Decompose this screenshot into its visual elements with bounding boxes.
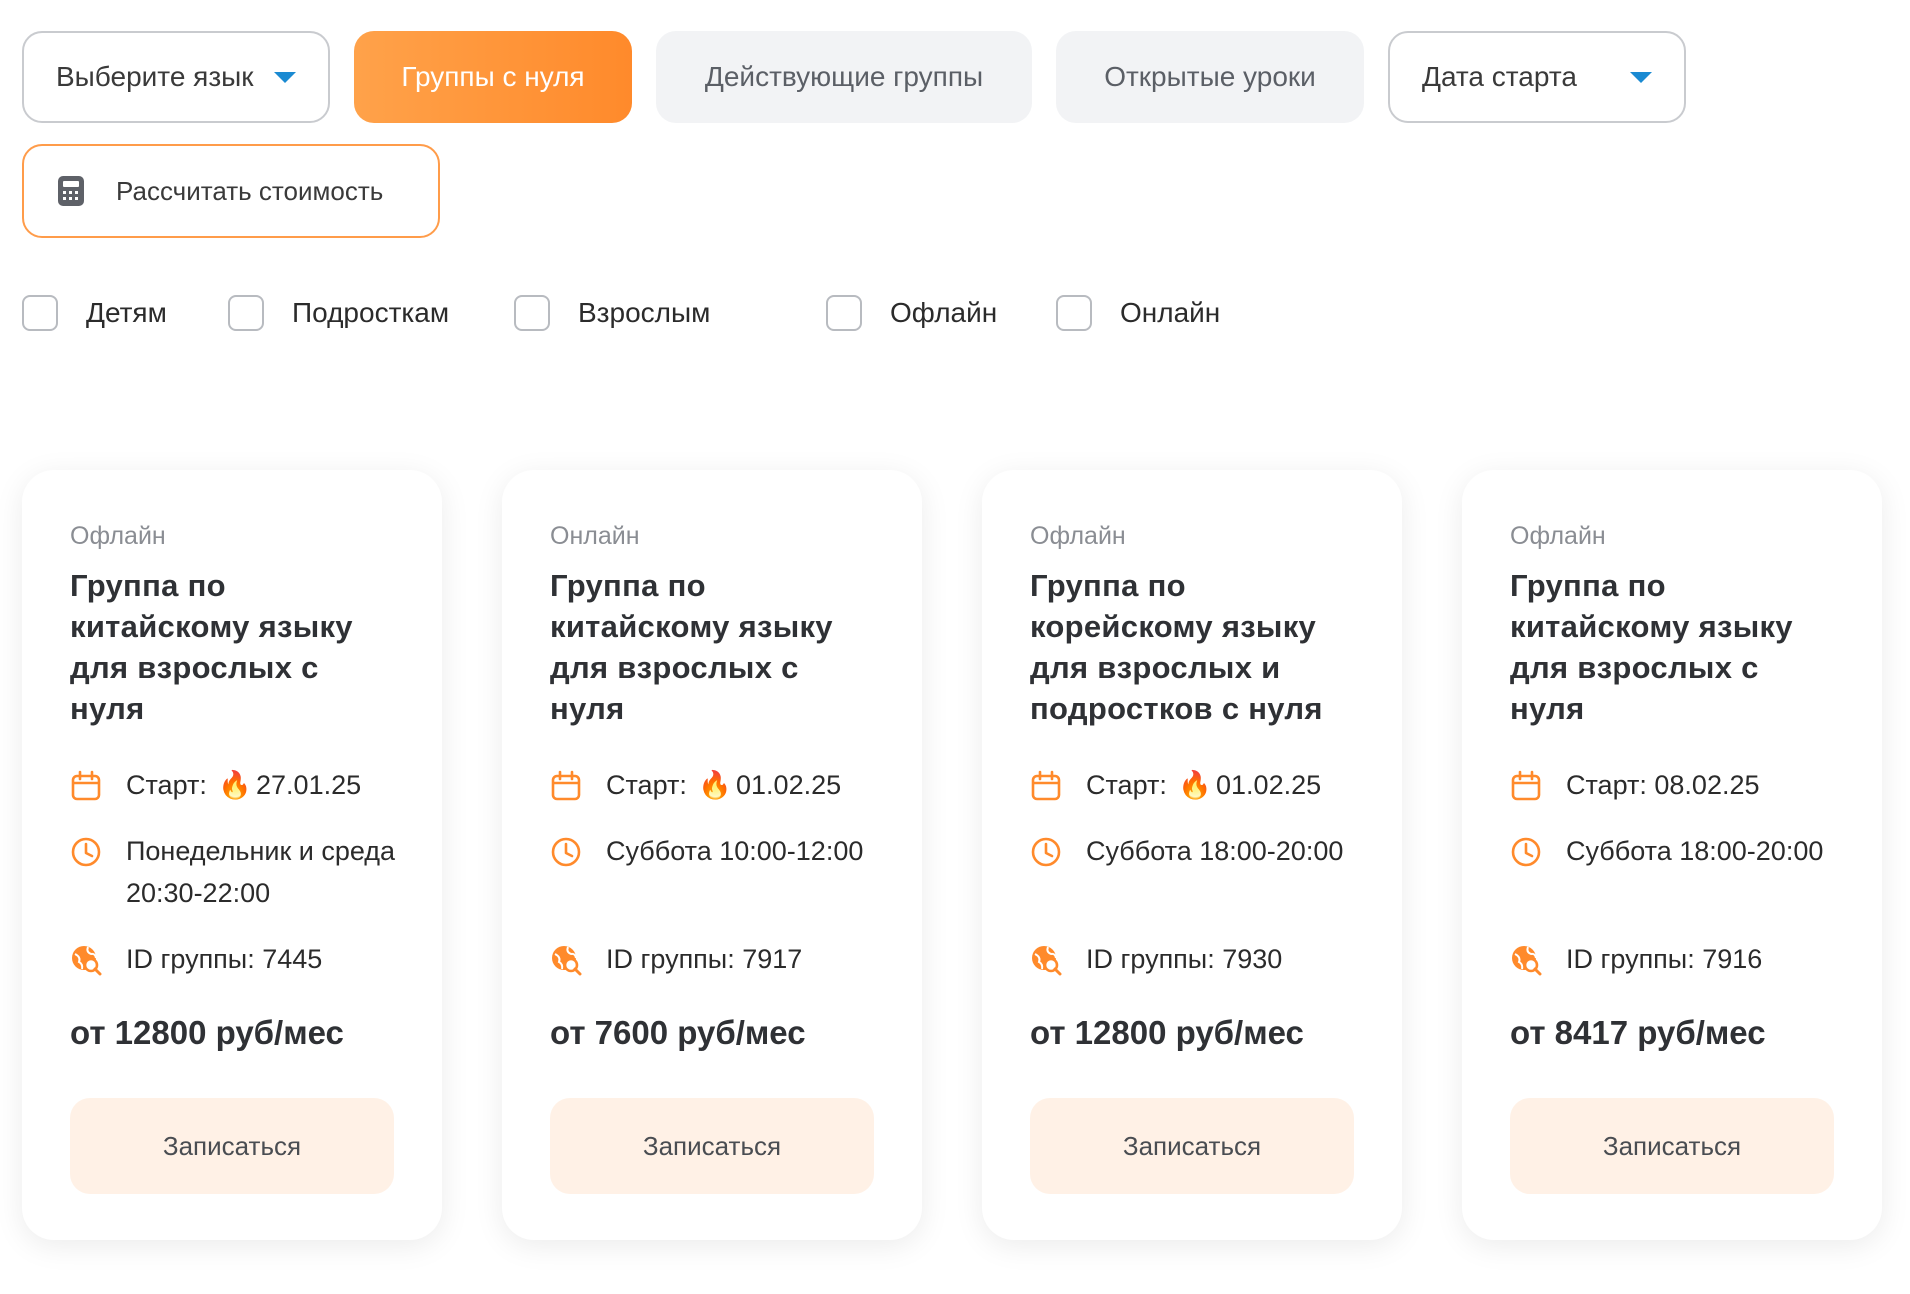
- checkbox-box[interactable]: [228, 295, 264, 331]
- group-id-row: ID группы: 7930: [1030, 938, 1370, 980]
- fire-icon: 🔥: [1178, 770, 1213, 800]
- chevron-down-icon: [274, 71, 296, 83]
- checkbox-label: Офлайн: [890, 297, 998, 328]
- format-label: Офлайн: [1030, 522, 1126, 550]
- globe-search-icon: [1030, 944, 1062, 976]
- schedule-row: Понедельник и среда 20:30-22:00: [70, 830, 410, 914]
- globe-search-icon: [70, 944, 102, 976]
- schedule-row: Суббота 18:00-20:00: [1030, 830, 1370, 872]
- tab-label: Открытые уроки: [1104, 61, 1316, 92]
- start-label: Старт:: [1566, 770, 1647, 800]
- group-id-row: ID группы: 7445: [70, 938, 410, 980]
- enroll-button[interactable]: Записаться: [1510, 1098, 1834, 1194]
- start-date-select-label: Дата старта: [1422, 61, 1577, 92]
- price: от 12800 руб/мес: [70, 1014, 344, 1051]
- clock-icon: [1510, 836, 1542, 868]
- audience-checkboxes: Детям Подросткам Взрослым Офлайн Онлайн: [22, 295, 1322, 335]
- checkbox-label: Детям: [86, 297, 167, 328]
- group-id-row: ID группы: 7916: [1510, 938, 1850, 980]
- format-label: Офлайн: [1510, 522, 1606, 550]
- calendar-icon: [70, 770, 102, 802]
- start-date-row: Старт: 🔥 01.02.25: [550, 764, 890, 806]
- tab-beginner-groups[interactable]: Группы с нуля: [354, 31, 632, 123]
- clock-icon: [1030, 836, 1062, 868]
- checkbox-teens[interactable]: Подросткам: [228, 295, 449, 331]
- group-card: Офлайн Группа по китайскому языку для вз…: [1462, 470, 1882, 1240]
- start-label: Старт:: [126, 770, 207, 800]
- group-card: Офлайн Группа по корейскому языку для вз…: [982, 470, 1402, 1240]
- group-card: Онлайн Группа по китайскому языку для вз…: [502, 470, 922, 1240]
- checkbox-online[interactable]: Онлайн: [1056, 295, 1220, 331]
- language-select-label: Выберите язык: [56, 61, 254, 92]
- group-title: Группа по корейскому языку для взрослых …: [1030, 568, 1323, 726]
- schedule-text: Суббота 10:00-12:00: [606, 836, 864, 866]
- filter-panel: Выберите язык Группы с нуля Действующие …: [22, 31, 1888, 331]
- chevron-down-icon: [1630, 71, 1652, 83]
- checkbox-box[interactable]: [22, 295, 58, 331]
- start-date-row: Старт: 🔥 27.01.25: [70, 764, 410, 806]
- group-card: Офлайн Группа по китайскому языку для вз…: [22, 470, 442, 1240]
- tab-label: Действующие группы: [704, 61, 984, 92]
- start-date-row: Старт: 🔥 01.02.25: [1030, 764, 1370, 806]
- start-date: 01.02.25: [1216, 770, 1322, 800]
- calendar-icon: [550, 770, 582, 802]
- schedule-text: Суббота 18:00-20:00: [1086, 836, 1344, 866]
- group-id: ID группы: 7930: [1086, 944, 1283, 974]
- enroll-button[interactable]: Записаться: [550, 1098, 874, 1194]
- group-id-row: ID группы: 7917: [550, 938, 890, 980]
- schedule-row: Суббота 10:00-12:00: [550, 830, 890, 872]
- filter-row: Выберите язык Группы с нуля Действующие …: [22, 31, 1888, 123]
- language-select[interactable]: Выберите язык: [22, 31, 330, 123]
- format-label: Онлайн: [550, 522, 640, 550]
- schedule-text: Суббота 18:00-20:00: [1566, 836, 1824, 866]
- checkbox-label: Взрослым: [578, 297, 711, 328]
- checkbox-box[interactable]: [1056, 295, 1092, 331]
- start-date-row: Старт: 08.02.25: [1510, 764, 1850, 806]
- calculate-cost-label: Рассчитать стоимость: [116, 175, 384, 206]
- group-title: Группа по китайскому языку для взрослых …: [550, 568, 833, 726]
- price: от 12800 руб/мес: [1030, 1014, 1304, 1051]
- price: от 8417 руб/мес: [1510, 1014, 1766, 1051]
- schedule-text: Понедельник и среда 20:30-22:00: [126, 836, 396, 908]
- start-label: Старт:: [606, 770, 687, 800]
- enroll-button[interactable]: Записаться: [70, 1098, 394, 1194]
- price: от 7600 руб/мес: [550, 1014, 806, 1051]
- schedule-row: Суббота 18:00-20:00: [1510, 830, 1850, 872]
- clock-icon: [550, 836, 582, 868]
- checkbox-kids[interactable]: Детям: [22, 295, 167, 331]
- group-id: ID группы: 7917: [606, 944, 803, 974]
- fire-icon: 🔥: [218, 770, 253, 800]
- start-date-select[interactable]: Дата старта: [1388, 31, 1686, 123]
- checkbox-box[interactable]: [514, 295, 550, 331]
- tab-label: Группы с нуля: [401, 61, 585, 92]
- start-date: 08.02.25: [1654, 770, 1760, 800]
- checkbox-label: Подросткам: [292, 297, 450, 328]
- clock-icon: [70, 836, 102, 868]
- tab-open-lessons[interactable]: Открытые уроки: [1056, 31, 1364, 123]
- group-id: ID группы: 7916: [1566, 944, 1763, 974]
- format-label: Офлайн: [70, 522, 166, 550]
- calendar-icon: [1030, 770, 1062, 802]
- start-date: 01.02.25: [736, 770, 842, 800]
- calculate-cost-button[interactable]: Рассчитать стоимость: [22, 144, 440, 238]
- group-title: Группа по китайскому языку для взрослых …: [1510, 568, 1793, 726]
- checkbox-box[interactable]: [826, 295, 862, 331]
- start-label: Старт:: [1086, 770, 1167, 800]
- calendar-icon: [1510, 770, 1542, 802]
- start-date: 27.01.25: [256, 770, 362, 800]
- checkbox-label: Онлайн: [1120, 297, 1221, 328]
- globe-search-icon: [1510, 944, 1542, 976]
- globe-search-icon: [550, 944, 582, 976]
- checkbox-offline[interactable]: Офлайн: [826, 295, 997, 331]
- group-title: Группа по китайскому языку для взрослых …: [70, 568, 353, 726]
- tab-active-groups[interactable]: Действующие группы: [656, 31, 1032, 123]
- group-id: ID группы: 7445: [126, 944, 323, 974]
- calculator-icon: [58, 176, 84, 206]
- checkbox-adults[interactable]: Взрослым: [514, 295, 710, 331]
- enroll-button[interactable]: Записаться: [1030, 1098, 1354, 1194]
- fire-icon: 🔥: [698, 770, 733, 800]
